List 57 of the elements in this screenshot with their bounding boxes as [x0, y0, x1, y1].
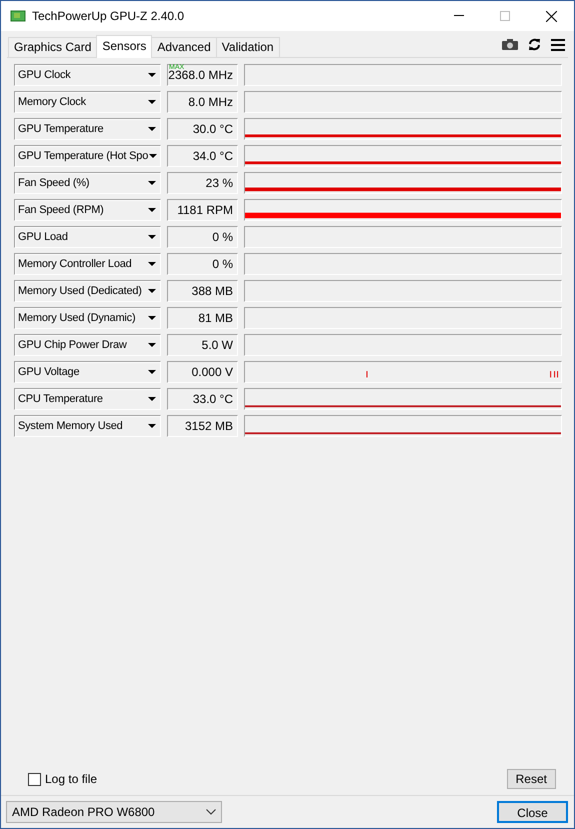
sensor-dropdown[interactable]: Fan Speed (RPM)	[14, 199, 161, 221]
sensor-value: 30.0 °C	[167, 118, 238, 140]
sensor-value: 33.0 °C	[167, 388, 238, 410]
sensor-dropdown[interactable]: CPU Temperature	[14, 388, 161, 410]
tab[interactable]: Sensors	[96, 35, 152, 58]
dropdown-arrow-icon	[148, 316, 156, 320]
dropdown-arrow-icon	[149, 154, 158, 158]
minimize-icon[interactable]	[454, 15, 464, 17]
dropdown-arrow-icon	[148, 343, 156, 347]
dropdown-arrow-icon	[148, 424, 156, 428]
close-icon[interactable]	[546, 10, 556, 22]
dropdown-arrow-icon	[148, 181, 156, 185]
refresh-icon[interactable]	[528, 38, 541, 51]
camera-icon[interactable]	[502, 39, 518, 50]
chevron-down-icon	[206, 809, 216, 815]
dropdown-arrow-icon	[148, 262, 156, 266]
sensor-value: 0 %	[167, 253, 238, 275]
sensor-value: 34.0 °C	[167, 145, 238, 167]
dropdown-arrow-icon	[148, 289, 156, 293]
dropdown-arrow-icon	[148, 100, 156, 104]
sensor-value: 0.000 V	[167, 361, 238, 383]
dropdown-arrow-icon	[148, 397, 156, 401]
sensor-value: 388 MB	[167, 280, 238, 302]
sensor-dropdown[interactable]: GPU Chip Power Draw	[14, 334, 161, 356]
sensor-value: 8.0 MHz	[167, 91, 238, 113]
tab[interactable]: Graphics Card	[8, 37, 98, 57]
sensor-value: 0 %	[167, 226, 238, 248]
sensor-value: 5.0 W	[167, 334, 238, 356]
dropdown-arrow-icon	[148, 127, 156, 131]
sensor-dropdown[interactable]: Memory Used (Dedicated)	[14, 280, 161, 302]
reset-button[interactable]: Reset	[506, 769, 556, 789]
dropdown-arrow-icon	[148, 208, 156, 212]
dropdown-arrow-icon	[148, 235, 156, 239]
dropdown-arrow-icon	[148, 370, 156, 374]
sensor-dropdown[interactable]: Memory Controller Load	[14, 253, 161, 275]
sensor-dropdown[interactable]: Memory Clock	[14, 91, 161, 113]
sensor-dropdown[interactable]: GPU Load	[14, 226, 161, 248]
sensor-dropdown[interactable]: GPU Temperature (Hot Spo	[14, 145, 161, 167]
sensor-dropdown[interactable]: Memory Used (Dynamic)	[14, 307, 161, 329]
log-to-file-label[interactable]: Log to file	[45, 770, 98, 788]
sensor-dropdown[interactable]: System Memory Used	[14, 415, 161, 437]
sensor-value: 23 %	[167, 172, 238, 194]
sensor-value: 3152 MB	[167, 415, 238, 437]
sensor-dropdown[interactable]: GPU Voltage	[14, 361, 161, 383]
window-title: TechPowerUp GPU-Z 2.40.0	[32, 8, 186, 25]
dropdown-arrow-icon	[148, 73, 156, 77]
device-select[interactable]: AMD Radeon PRO W6800	[6, 801, 222, 823]
log-checkbox[interactable]	[28, 772, 41, 786]
tab[interactable]: Validation	[216, 37, 280, 57]
menu-icon[interactable]	[551, 38, 565, 50]
sensor-value: 1181 RPM	[167, 199, 238, 221]
sensor-dropdown[interactable]: Fan Speed (%)	[14, 172, 161, 194]
sensor-dropdown[interactable]: GPU Temperature	[14, 118, 161, 140]
close-button[interactable]: Close	[497, 801, 568, 823]
sensor-value: 81 MB	[167, 307, 238, 329]
app-icon	[10, 10, 26, 22]
sensor-dropdown[interactable]: GPU Clock	[14, 64, 161, 86]
